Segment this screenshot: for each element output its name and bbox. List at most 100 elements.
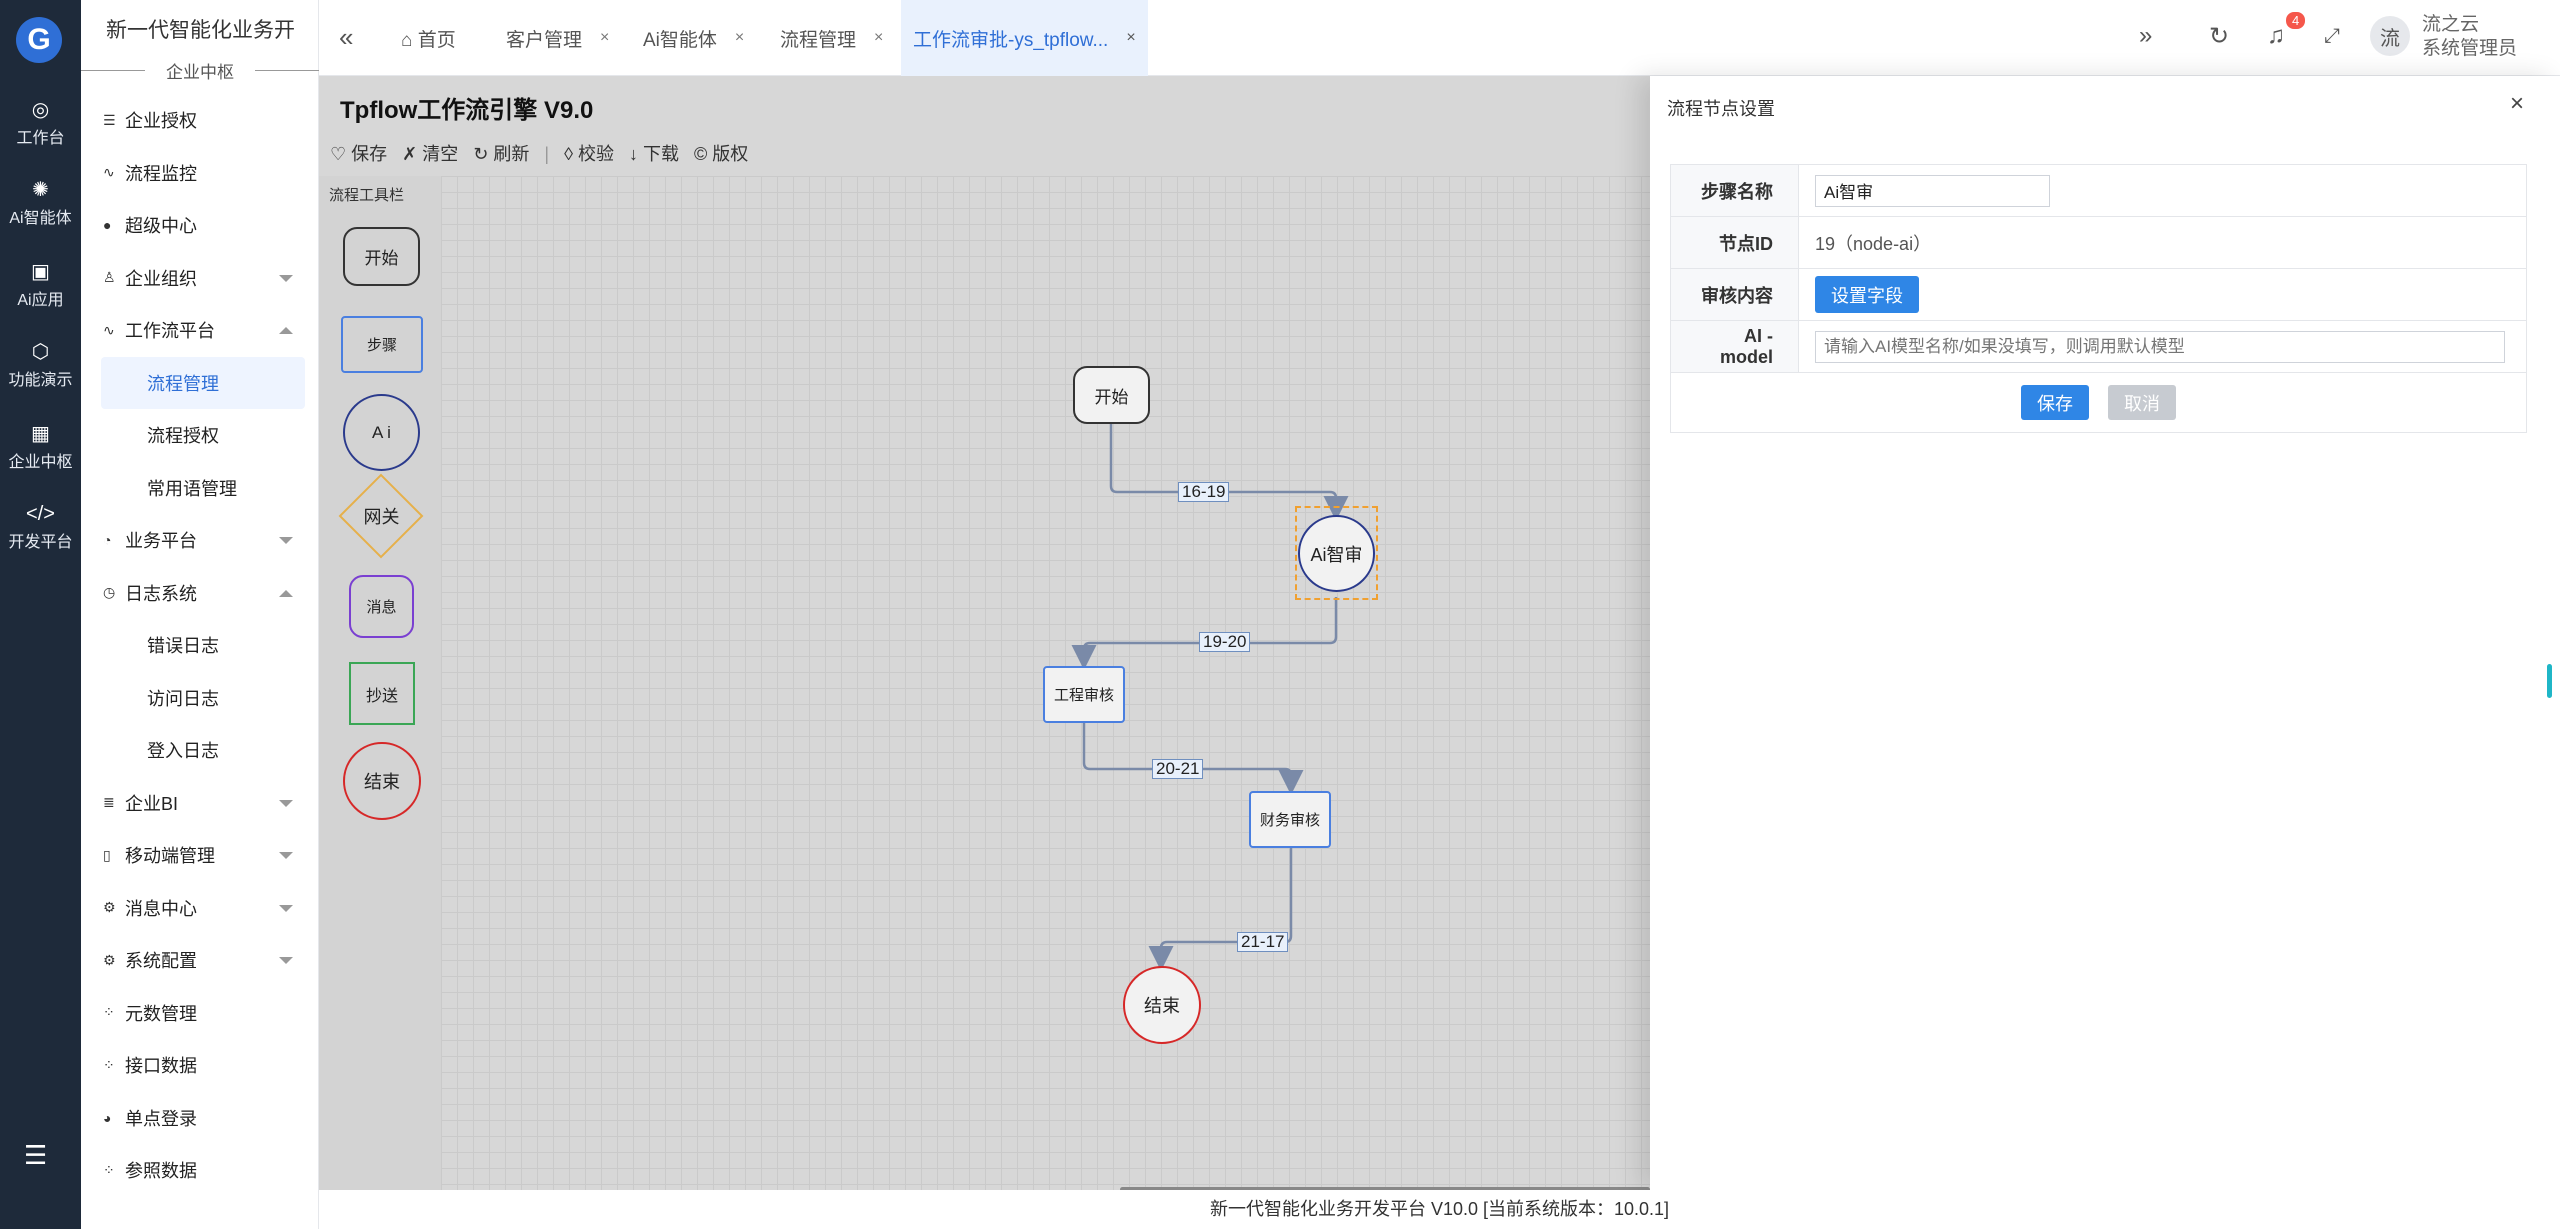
rail-item-hub[interactable]: ▦ 企业中枢 [0,420,81,472]
sidebar-item-label: 消息中心 [125,898,197,919]
edge-label[interactable]: 21-17 [1237,932,1289,952]
sidebar-item-label: 超级中心 [125,216,197,237]
user-company: 流之云 [2422,14,2480,35]
sidebar-item-flow-management[interactable]: 流程管理 [101,356,305,409]
fullscreen-icon[interactable]: ⤢ [2324,25,2340,48]
grid-icon: ▦ [31,423,50,445]
chevron-down-icon [279,904,293,912]
palette-gateway-label: 网关 [363,507,400,527]
rail-item-label: Ai智能体 [9,210,72,227]
node-finance-review[interactable]: 财务审核 [1249,791,1331,848]
step-name-label: 步骤名称 [1670,164,1799,217]
mobile-icon: ▯ [103,846,111,863]
close-icon[interactable]: × [874,29,883,47]
app-rail: G ◎ 工作台 ✺ Ai智能体 ▣ Ai应用 ⬡ 功能演示 ▦ 企业中枢 </>… [0,0,81,1229]
sidebar-item-sso[interactable]: ◕ 单点登录 [81,1092,319,1145]
cube-icon: ⬡ [31,341,50,363]
loading-icon: ⁘ [103,1161,115,1178]
step-name-input[interactable] [1815,174,2050,207]
save-button[interactable]: 保存 [2020,385,2089,420]
download-tool[interactable]: ↓ 下载 [629,144,679,164]
sidebar-item-flow-monitor[interactable]: ∿ 流程监控 [81,147,319,200]
loading-icon: ⁘ [103,1004,115,1021]
rail-item-label: 开发平台 [8,534,73,551]
tab-label: 工作流审批-ys_tpflow... [913,29,1109,51]
ai-model-input[interactable] [1815,330,2505,363]
bell-icon[interactable]: ♫ [2267,22,2285,50]
user-icon: ♙ [103,269,116,286]
close-icon[interactable]: × [2510,90,2524,118]
sidebar-item-flow-authorization[interactable]: 流程授权 [81,409,319,462]
edge-label[interactable]: 20-21 [1152,759,1204,779]
palette-end[interactable]: 结束 [343,742,421,820]
copyright-tool[interactable]: © 版权 [694,144,748,164]
sidebar-item-label: 流程监控 [125,163,197,184]
node-start[interactable]: 开始 [1073,366,1150,424]
sidebar-item-messages[interactable]: ⚙ 消息中心 [81,882,319,935]
sidebar-item-super-center[interactable]: ● 超级中心 [81,199,319,252]
sidebar-item-business[interactable]: ◔ 业务平台 [81,514,319,567]
sidebar-item-bi[interactable]: ≣ 企业BI [81,777,319,830]
tab-ai-agent[interactable]: Ai智能体 × [643,0,744,76]
sidebar-item-logs[interactable]: ◷ 日志系统 [81,567,319,620]
sidebar: 新一代智能化业务开 企业中枢 ☰ 企业授权 ∿ 流程监控 ● 超级中心 ♙ 企业组织 ∿… [81,0,319,1229]
sidebar-item-api-data[interactable]: ⁘ 接口数据 [81,1039,319,1092]
palette-ai[interactable]: A i [343,394,420,471]
user-role: 系统管理员 [2422,38,2518,59]
sidebar-item-login-log[interactable]: 登入日志 [81,724,319,777]
top-bar: « ⌂ 首页 客户管理 × Ai智能体 × 流程管理 × 工作流审批-ys_tpflo… [319,0,2560,76]
close-icon[interactable]: × [1126,29,1135,47]
node-ai[interactable]: Ai智审 [1298,515,1375,592]
tab-flow-management[interactable]: 流程管理 × [780,0,883,76]
sidebar-item-label: 接口数据 [125,1056,197,1077]
menu-toggle-icon[interactable]: ☰ [24,1140,47,1171]
palette-step[interactable]: 步骤 [341,316,423,373]
avatar[interactable]: 流 [2370,16,2410,56]
sidebar-item-org[interactable]: ♙ 企业组织 [81,252,319,305]
palette-start[interactable]: 开始 [343,227,420,286]
workflow-toolbar: ♡ 保存 ✗ 清空 ↻ 刷新 | ◊ 校验 ↓ 下载 © 版权 [330,140,758,166]
tabs-forward-icon[interactable]: » [2139,22,2152,50]
node-id-label: 节点ID [1670,216,1799,269]
tab-customers[interactable]: 客户管理 × [506,0,609,76]
rail-item-ai-agent[interactable]: ✺ Ai智能体 [0,176,81,228]
sidebar-item-reference-data[interactable]: ⁘ 参照数据 [81,1144,319,1197]
sidebar-item-metadata[interactable]: ⁘ 元数管理 [81,987,319,1040]
sidebar-item-authorization[interactable]: ☰ 企业授权 [81,94,319,147]
edge-label[interactable]: 16-19 [1178,482,1230,502]
close-icon[interactable]: × [735,29,744,47]
refresh-icon[interactable]: ↻ [2209,22,2229,51]
tab-workflow-approval[interactable]: 工作流审批-ys_tpflow... × [901,0,1148,76]
pulse-icon: ∿ [103,164,115,181]
save-tool[interactable]: ♡ 保存 [330,144,387,164]
app-logo[interactable]: G [16,17,62,63]
sidebar-item-access-log[interactable]: 访问日志 [81,672,319,725]
palette-message[interactable]: 消息 [349,575,414,638]
node-end[interactable]: 结束 [1123,966,1201,1044]
sidebar-item-error-log[interactable]: 错误日志 [81,619,319,672]
rail-item-demo[interactable]: ⬡ 功能演示 [0,338,81,390]
refresh-tool[interactable]: ↻ 刷新 [473,144,529,164]
sidebar-item-phrases[interactable]: 常用语管理 [81,462,319,515]
sidebar-item-mobile[interactable]: ▯ 移动端管理 [81,829,319,882]
node-engineering-review[interactable]: 工程审核 [1043,666,1125,723]
rail-item-ai-app[interactable]: ▣ Ai应用 [0,258,81,310]
tab-home[interactable]: ⌂ 首页 [401,0,456,76]
sidebar-item-label: 工作流平台 [125,321,215,342]
sidebar-item-workflow-platform[interactable]: ∿ 工作流平台 [81,304,319,357]
set-fields-button[interactable]: 设置字段 [1815,276,1919,313]
user-info[interactable]: 流之云 系统管理员 [2422,13,2517,61]
collapse-sidebar-icon[interactable]: « [339,22,353,53]
sidebar-item-system-config[interactable]: ⚙ 系统配置 [81,934,319,987]
cancel-button[interactable]: 取消 [2108,385,2176,420]
close-icon[interactable]: × [600,29,609,47]
rail-item-workbench[interactable]: ◎ 工作台 [0,96,81,148]
check-tool[interactable]: ◊ 校验 [564,144,614,164]
panel-scroll-indicator[interactable] [2547,664,2552,698]
edge-label[interactable]: 19-20 [1199,632,1251,652]
rail-item-dev[interactable]: </> 开发平台 [0,500,81,552]
sliders-icon: ☰ [103,111,116,128]
sidebar-item-label: 移动端管理 [125,846,215,867]
clear-tool[interactable]: ✗ 清空 [402,144,458,164]
palette-cc[interactable]: 抄送 [349,662,415,725]
